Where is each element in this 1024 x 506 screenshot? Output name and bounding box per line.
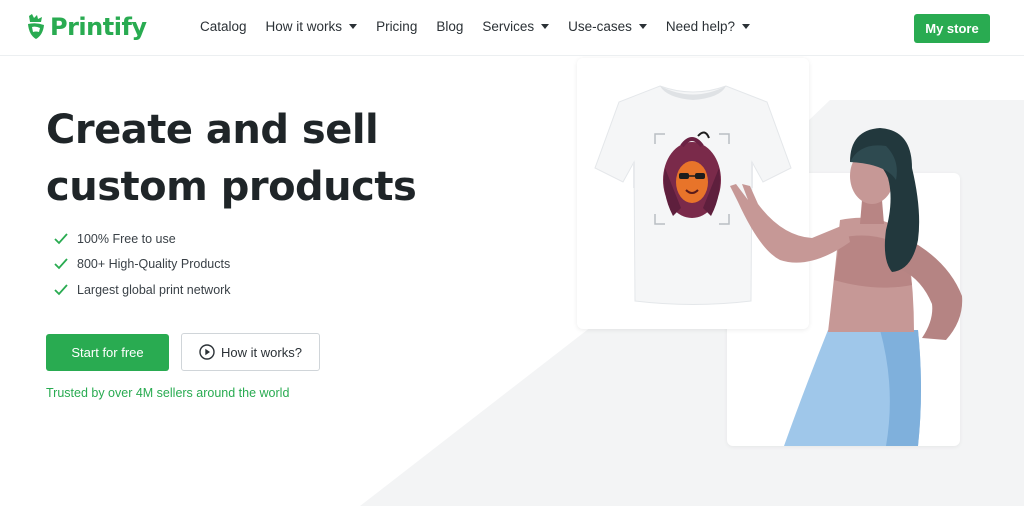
- nav-item-label: How it works: [265, 19, 343, 34]
- feature-item: 800+ High-Quality Products: [54, 252, 231, 278]
- how-it-works-label: How it works?: [221, 344, 302, 360]
- start-for-free-button[interactable]: Start for free: [46, 334, 169, 371]
- nav-item-label: Blog: [436, 19, 464, 34]
- nav-item-blog[interactable]: Blog: [436, 19, 463, 34]
- feature-list: 100% Free to use 800+ High-Quality Produ…: [54, 226, 231, 303]
- feature-text: 100% Free to use: [77, 231, 176, 246]
- nav-item-label: Pricing: [376, 19, 418, 34]
- check-icon: [54, 233, 68, 245]
- chevron-down-icon: [349, 24, 358, 29]
- chevron-down-icon: [638, 24, 647, 29]
- site-header: Printify Catalog How it works Pricing Bl…: [0, 0, 1024, 56]
- nav-item-pricing[interactable]: Pricing: [376, 19, 417, 34]
- how-it-works-button[interactable]: How it works?: [181, 333, 320, 371]
- hero-title: Create and sell custom products: [46, 102, 417, 216]
- printify-logo-icon: [28, 14, 44, 39]
- play-circle-icon: [199, 344, 215, 360]
- nav-item-label: Need help?: [665, 19, 735, 34]
- nav-item-label: Use-cases: [568, 19, 632, 34]
- check-icon: [54, 284, 68, 296]
- trusted-text: Trusted by over 4M sellers around the wo…: [46, 386, 290, 400]
- nav-item-use-cases[interactable]: Use-cases: [568, 19, 647, 34]
- feature-text: Largest global print network: [77, 282, 231, 297]
- logo[interactable]: Printify: [26, 13, 147, 41]
- main-nav: Catalog How it works Pricing Blog Servic…: [200, 19, 769, 34]
- chevron-down-icon: [541, 24, 550, 29]
- nav-item-need-help[interactable]: Need help?: [666, 19, 750, 34]
- feature-text: 800+ High-Quality Products: [77, 257, 231, 272]
- feature-item: 100% Free to use: [54, 226, 231, 252]
- hero-title-line-2: custom products: [46, 164, 417, 210]
- my-store-button[interactable]: My store: [914, 14, 990, 43]
- nav-item-services[interactable]: Services: [482, 19, 550, 34]
- nav-item-catalog[interactable]: Catalog: [200, 19, 247, 34]
- nav-item-label: Catalog: [200, 19, 247, 34]
- logo-text: Printify: [50, 13, 147, 41]
- nav-item-label: Services: [482, 19, 535, 34]
- hero-title-line-1: Create and sell: [46, 107, 379, 153]
- check-icon: [54, 258, 68, 270]
- nav-item-how-it-works[interactable]: How it works: [266, 19, 358, 34]
- chevron-down-icon: [741, 24, 750, 29]
- woman-illustration: [730, 128, 963, 446]
- feature-item: Largest global print network: [54, 277, 231, 303]
